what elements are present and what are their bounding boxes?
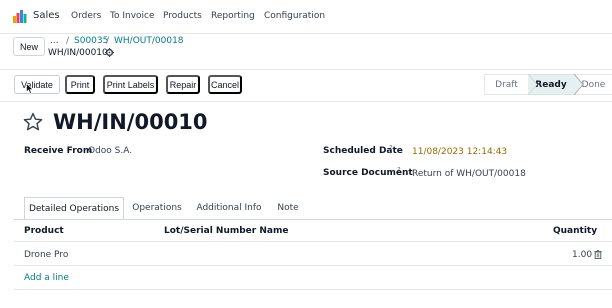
help-icon[interactable]: ?	[397, 166, 401, 174]
breadcrumb-link-delivery[interactable]: WH/OUT/00018	[114, 36, 184, 46]
scheduled-date-field[interactable]: 11/08/2023 12:14:43	[412, 147, 507, 157]
mouse-cursor-icon	[26, 83, 34, 94]
breadcrumb-more[interactable]: ...	[50, 36, 59, 46]
nav-item-configuration[interactable]: Configuration	[264, 11, 325, 21]
table-header-divider	[14, 241, 612, 242]
tab-detailed-operations[interactable]: Detailed Operations	[24, 197, 124, 219]
star-icon[interactable]	[23, 112, 43, 132]
trash-icon[interactable]	[594, 250, 602, 259]
record-title: WH/IN/00010	[53, 110, 208, 134]
receive-from-label: Receive From	[24, 146, 93, 156]
tab-operations[interactable]: Operations	[128, 197, 186, 219]
new-button[interactable]: New	[13, 37, 45, 56]
table-cell-quantity[interactable]: 1.00	[572, 250, 592, 260]
print-button[interactable]: Print	[65, 75, 95, 94]
column-header-quantity[interactable]: Quantity	[553, 226, 597, 236]
table-cell-product[interactable]: Drone Pro	[24, 250, 68, 260]
app-name[interactable]: Sales	[33, 10, 60, 21]
control-panel-divider	[0, 69, 612, 70]
breadcrumb-separator: /	[106, 36, 110, 46]
column-header-lot[interactable]: Lot/Serial Number Name	[164, 226, 288, 236]
status-chevron	[528, 74, 538, 95]
tabs-divider	[14, 219, 612, 220]
cancel-button[interactable]: Cancel	[208, 75, 242, 94]
nav-item-products[interactable]: Products	[163, 11, 202, 21]
help-icon[interactable]: ?	[389, 144, 393, 152]
gear-icon[interactable]	[105, 48, 114, 57]
nav-item-orders[interactable]: Orders	[71, 11, 101, 21]
validate-button[interactable]: Validate	[14, 75, 60, 94]
status-chevron	[574, 74, 584, 95]
breadcrumb-link-sale-order[interactable]: S00035	[74, 36, 108, 46]
sales-app-icon[interactable]	[13, 9, 27, 23]
form-top-divider	[0, 101, 612, 102]
breadcrumb-current: WH/IN/00010	[48, 48, 108, 58]
repair-button[interactable]: Repair	[166, 75, 200, 94]
column-header-product[interactable]: Product	[24, 226, 64, 236]
breadcrumb-separator: /	[66, 36, 70, 46]
nav-item-reporting[interactable]: Reporting	[211, 11, 255, 21]
table-row-divider	[14, 265, 612, 266]
add-line-link[interactable]: Add a line	[24, 273, 69, 283]
status-draft[interactable]: Draft	[484, 74, 528, 95]
receive-from-field[interactable]: Odoo S.A.	[88, 146, 132, 156]
tab-note[interactable]: Note	[270, 197, 306, 219]
source-document-field[interactable]: Return of WH/OUT/00018	[412, 169, 526, 179]
nav-item-to-invoice[interactable]: To Invoice	[110, 11, 155, 21]
table-bottom-divider	[14, 289, 612, 290]
status-bar: Draft Ready Done	[484, 74, 612, 95]
top-navbar: Sales Orders To Invoice Products Reporti…	[0, 0, 612, 33]
tab-additional-info[interactable]: Additional Info	[194, 197, 264, 219]
navbar-divider	[0, 33, 612, 34]
print-labels-button[interactable]: Print Labels	[103, 75, 158, 94]
